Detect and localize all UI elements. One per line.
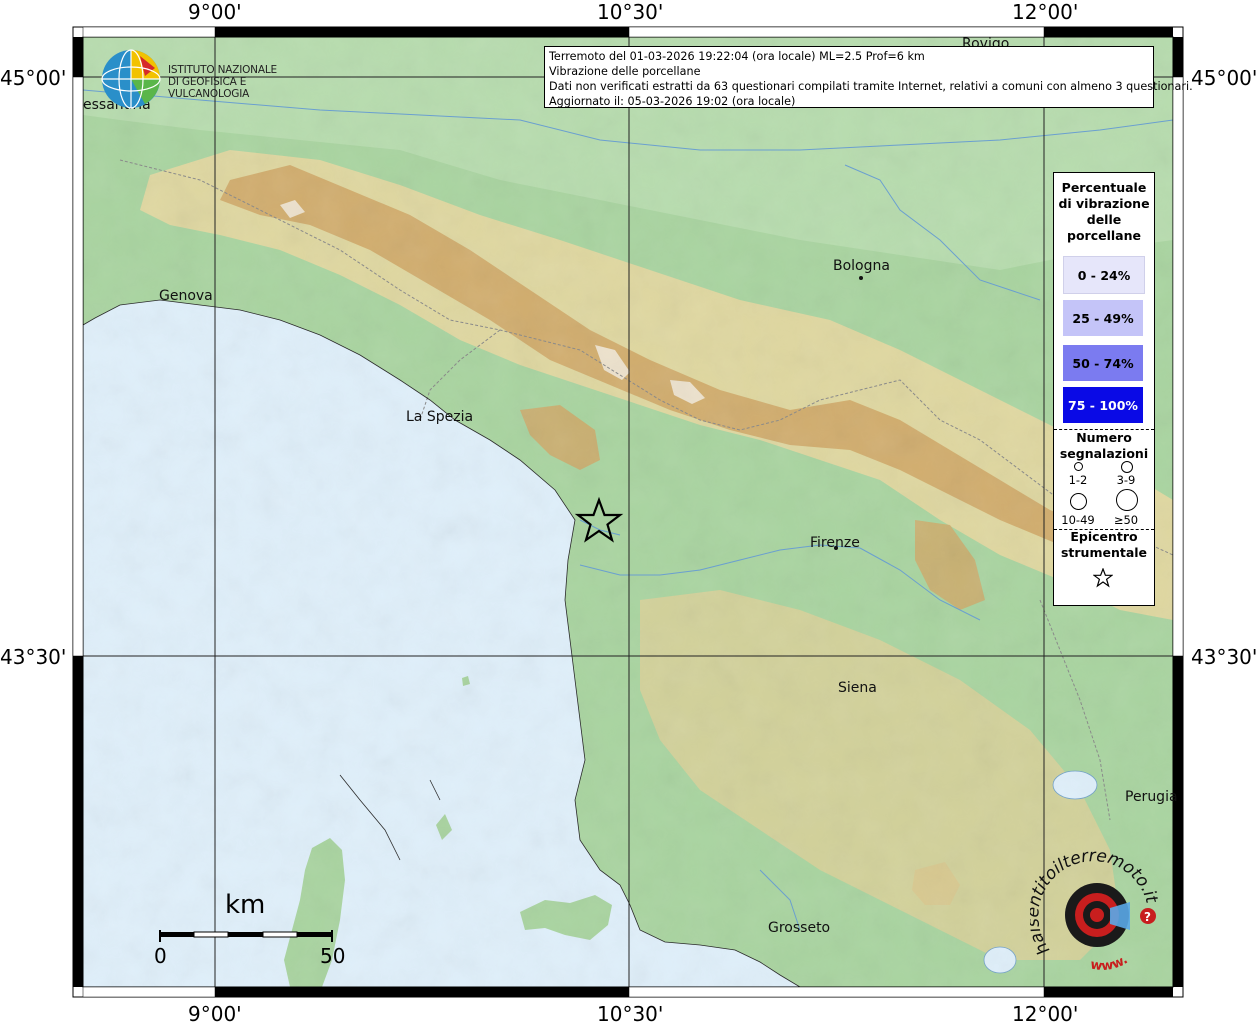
- event-parameter: Vibrazione delle porcellane: [549, 65, 701, 78]
- count-circle-1-2: [1074, 462, 1083, 471]
- axis-top-10-30: 10°30': [597, 0, 664, 24]
- legend-class-3: 75 - 100%: [1063, 387, 1143, 423]
- event-data-note: Dati non verificati estratti da 63 quest…: [549, 80, 1193, 93]
- event-info-box: Terremoto del 01-03-2026 19:22:04 (ora l…: [544, 46, 1193, 108]
- ingv-globe-icon: [101, 49, 161, 109]
- place-la-spezia: La Spezia: [406, 409, 474, 425]
- legend-class-2: 50 - 74%: [1063, 345, 1143, 381]
- place-genova: Genova: [159, 288, 213, 304]
- event-title: Terremoto del 01-03-2026 19:22:04 (ora l…: [549, 50, 925, 63]
- count-circle-50: [1116, 489, 1138, 511]
- place-siena: Siena: [838, 680, 877, 696]
- scale-unit: km: [225, 890, 266, 920]
- scale-end: 50: [320, 944, 346, 968]
- place-perugia: Perugia: [1125, 789, 1178, 805]
- ingv-name: ISTITUTO NAZIONALE DI GEOFISICA E VULCAN…: [168, 64, 277, 100]
- scale-bar: km 0 50: [150, 890, 350, 970]
- place-bologna: Bologna: [833, 258, 890, 280]
- axis-right-45: 45°00': [1191, 66, 1256, 90]
- legend-class-0: 0 - 24%: [1063, 256, 1145, 294]
- axis-bottom-12: 12°00': [1012, 1002, 1079, 1026]
- count-label-10-49: 10-49: [1061, 513, 1095, 527]
- legend-title: Percentuale di vibrazione delle porcella…: [1058, 180, 1150, 243]
- count-circle-10-49: [1070, 493, 1087, 510]
- legend-count-title: Numero segnalazioni: [1059, 430, 1149, 461]
- event-updated: Aggiornato il: 05-03-2026 19:02 (ora loc…: [549, 95, 796, 108]
- count-label-50: ≥50: [1113, 513, 1139, 527]
- scale-start: 0: [154, 944, 167, 968]
- count-circle-3-9: [1121, 461, 1133, 473]
- axis-top-9: 9°00': [188, 0, 242, 24]
- legend-epicenter-title: Epicentro strumentale: [1060, 529, 1148, 560]
- axis-right-43-30: 43°30': [1191, 645, 1256, 669]
- count-label-3-9: 3-9: [1116, 473, 1136, 487]
- axis-left-45: 45°00': [0, 66, 67, 90]
- axis-top-12: 12°00': [1012, 0, 1079, 24]
- legend-class-1: 25 - 49%: [1063, 300, 1143, 336]
- count-label-1-2: 1-2: [1068, 473, 1088, 487]
- axis-bottom-9: 9°00': [188, 1002, 242, 1026]
- axis-left-43-30: 43°30': [0, 645, 67, 669]
- badge-sub: www.: [1089, 952, 1130, 974]
- legend-star-icon: [1093, 568, 1113, 588]
- axis-bottom-10-30: 10°30': [597, 1002, 664, 1026]
- place-firenze: Firenze: [810, 535, 860, 551]
- ingv-logo: ISTITUTO NAZIONALE DI GEOFISICA E VULCAN…: [98, 46, 318, 112]
- haisentito-badge: haisentitoilterremoto.it www. ?: [1023, 840, 1170, 980]
- svg-text:?: ?: [1144, 910, 1151, 924]
- place-grosseto: Grosseto: [768, 920, 831, 936]
- legend: Percentuale di vibrazione delle porcella…: [1053, 172, 1155, 606]
